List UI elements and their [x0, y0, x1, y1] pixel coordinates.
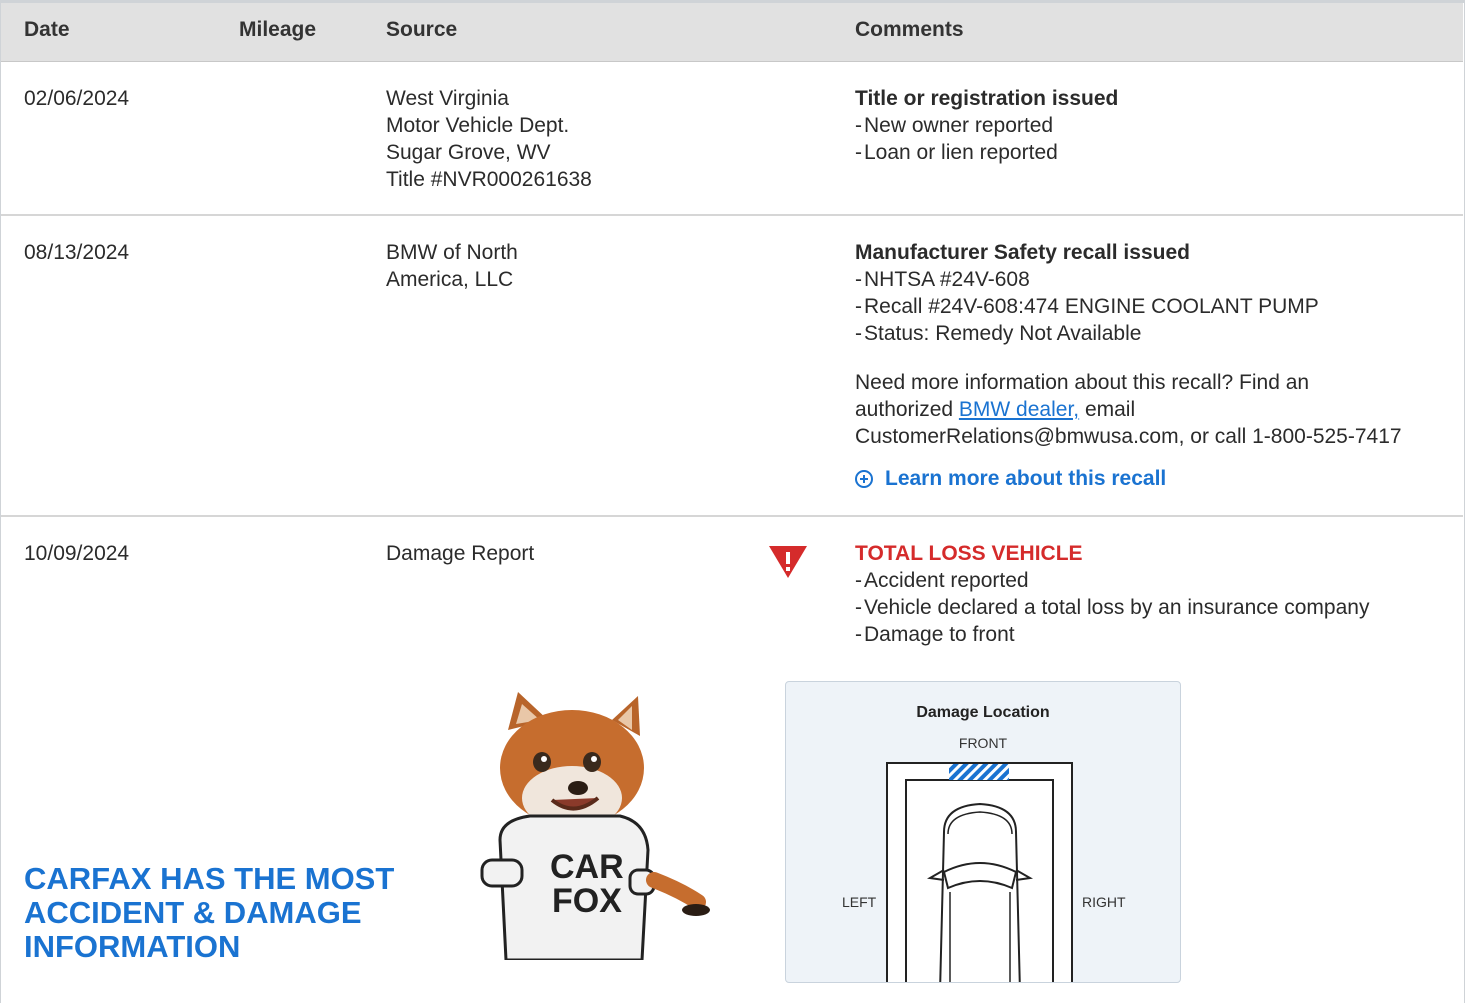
- source-line: America, LLC: [386, 268, 514, 291]
- learn-more-recall-button[interactable]: Learn more about this recall: [855, 467, 1166, 491]
- comment-bullet: Damage to front: [855, 621, 1369, 648]
- row-1-source: West Virginia Motor Vehicle Dept. Sugar …: [386, 85, 592, 193]
- recall-info-text-pre: authorized: [855, 398, 959, 421]
- total-loss-title: TOTAL LOSS VEHICLE: [855, 542, 1083, 565]
- promo-line: ACCIDENT & DAMAGE: [24, 895, 362, 930]
- row-3-comments: TOTAL LOSS VEHICLE Accident reported Veh…: [855, 540, 1369, 648]
- alert-triangle-icon: [769, 546, 807, 578]
- row-1-comments: Title or registration issued New owner r…: [855, 85, 1118, 166]
- recall-info-text: Need more information about this recall?…: [855, 369, 1455, 450]
- learn-more-label: Learn more about this recall: [885, 467, 1167, 490]
- comment-title: Title or registration issued: [855, 87, 1119, 110]
- row-2-date: 08/13/2024: [24, 241, 130, 264]
- shirt-text-fox: FOX: [552, 882, 622, 920]
- source-line: Damage Report: [386, 542, 535, 565]
- comment-bullet: NHTSA #24V-608: [855, 266, 1455, 293]
- promo-headline: CARFAX HAS THE MOST ACCIDENT & DAMAGE IN…: [24, 862, 404, 964]
- source-line: Title #NVR000261638: [386, 168, 592, 191]
- row-3-source: Damage Report: [386, 540, 534, 567]
- header-mileage: Mileage: [239, 18, 317, 41]
- carfox-mascot-illustration: CAR FOX: [480, 692, 710, 960]
- comment-title: Manufacturer Safety recall issued: [855, 241, 1190, 264]
- row-divider: [1, 214, 1463, 216]
- row-2-comments: Manufacturer Safety recall issued NHTSA …: [855, 239, 1455, 450]
- source-line: Motor Vehicle Dept.: [386, 114, 570, 137]
- left-label: LEFT: [842, 894, 877, 910]
- bmw-dealer-link[interactable]: BMW dealer,: [959, 398, 1079, 421]
- vehicle-history-table: [0, 0, 1465, 1003]
- comment-bullet: Loan or lien reported: [855, 139, 1118, 166]
- promo-line: INFORMATION: [24, 929, 241, 964]
- comment-bullet: New owner reported: [855, 112, 1118, 139]
- recall-info-line: Need more information about this recall?…: [855, 371, 1310, 394]
- header-comments: Comments: [855, 18, 964, 41]
- source-line: Sugar Grove, WV: [386, 141, 551, 164]
- recall-info-text-post: email: [1079, 398, 1136, 421]
- source-line: West Virginia: [386, 87, 509, 110]
- plus-circle-icon: [855, 470, 873, 488]
- header-source: Source: [386, 18, 458, 41]
- recall-info-line: authorized BMW dealer, email: [855, 396, 1455, 423]
- header-date: Date: [24, 18, 70, 41]
- damage-zone-front: [949, 764, 1009, 780]
- row-1-date: 02/06/2024: [24, 87, 130, 110]
- row-2-source: BMW of North America, LLC: [386, 239, 518, 293]
- damage-location-title: Damage Location: [916, 704, 1050, 721]
- comment-bullet: Status: Remedy Not Available: [855, 320, 1455, 347]
- row-divider: [1, 515, 1463, 517]
- right-label: RIGHT: [1082, 894, 1126, 910]
- car-top-view-diagram: [886, 762, 1073, 982]
- row-3-date: 10/09/2024: [24, 542, 130, 565]
- comment-bullet: Accident reported: [855, 567, 1369, 594]
- damage-location-panel: Damage Location FRONT LEFT RIGHT: [785, 681, 1181, 983]
- comment-bullet: Vehicle declared a total loss by an insu…: [855, 594, 1369, 621]
- front-label: FRONT: [958, 735, 1008, 751]
- comment-bullet: Recall #24V-608:474 ENGINE COOLANT PUMP: [855, 293, 1455, 320]
- recall-info-line: CustomerRelations@bmwusa.com, or call 1-…: [855, 425, 1402, 448]
- source-line: BMW of North: [386, 241, 518, 264]
- promo-line: CARFAX HAS THE MOST: [24, 861, 395, 896]
- shirt-text-car: CAR: [550, 848, 624, 886]
- table-header: Date Mileage Source Comments: [1, 3, 1463, 62]
